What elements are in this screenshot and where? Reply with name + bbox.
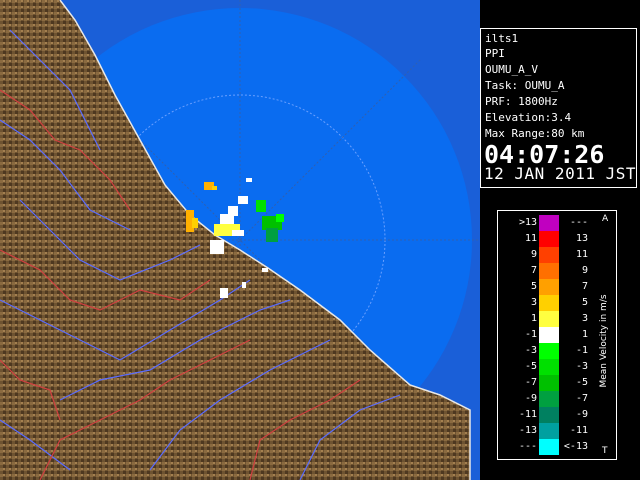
legend-low-value: -13: [518, 425, 537, 436]
legend-color-swatch: [539, 263, 559, 279]
legend-color-swatch: [539, 247, 559, 263]
task-name: OUMU_A_V: [485, 63, 538, 76]
date-display: 12 JAN 2011 JST: [484, 164, 636, 183]
legend-high-value: -5: [575, 377, 588, 388]
legend-title-text: Mean Velocity in m/s: [599, 294, 609, 388]
legend-high-value: 7: [581, 281, 588, 292]
legend-color-swatch: [539, 295, 559, 311]
legend-high-value: 3: [581, 313, 588, 324]
legend-low-value: 11: [524, 233, 537, 244]
legend-high-value: -7: [575, 393, 588, 404]
legend-high-value: 13: [575, 233, 588, 244]
legend-high-value: ---: [569, 217, 588, 228]
legend-color-swatch: [539, 375, 559, 391]
legend-low-value: -11: [518, 409, 537, 420]
legend-low-value: >13: [518, 217, 537, 228]
legend-color-swatch: [539, 343, 559, 359]
legend-low-value: -1: [524, 329, 537, 340]
legend-low-value: ---: [518, 441, 537, 452]
site-name: ilts1: [485, 32, 519, 45]
legend-high-value: 1: [581, 329, 588, 340]
legend-low-value: -3: [524, 345, 537, 356]
legend-color-swatch: [539, 327, 559, 343]
legend-high-value: 5: [581, 297, 588, 308]
legend-color-swatch: [539, 231, 559, 247]
legend-color-swatch: [539, 215, 559, 231]
task-label: Task: OUMU_A: [485, 79, 565, 92]
legend-high-value: 9: [581, 265, 588, 276]
info-box: ilts1 PPI OUMU_A_V Task: OUMU_A PRF: 180…: [480, 28, 637, 188]
legend-low-value: 1: [530, 313, 537, 324]
legend-low-value: -9: [524, 393, 537, 404]
legend-high-value: -1: [575, 345, 588, 356]
legend-color-swatch: [539, 391, 559, 407]
max-range-label: Max Range:80 km: [485, 127, 585, 140]
legend-low-value: 7: [530, 265, 537, 276]
legend-high-value: 11: [575, 249, 588, 260]
legend-top-marker: A: [602, 214, 609, 224]
legend-color-swatch: [539, 407, 559, 423]
velocity-legend: >13 --- 11 13 9 11 7 9 5 7 3 5 1 3 -1 1 -3 -1 -5 -3 -7 -5 -9 -7…: [497, 210, 617, 460]
legend-high-value: -9: [575, 409, 588, 420]
legend-low-value: 3: [530, 297, 537, 308]
legend-color-swatch: [539, 279, 559, 295]
legend-color-swatch: [539, 439, 559, 455]
legend-low-value: 5: [530, 281, 537, 292]
radar-map-svg: [0, 0, 480, 480]
legend-title: Mean Velocity in m/s: [594, 241, 614, 441]
legend-low-value: 9: [530, 249, 537, 260]
legend-color-swatch: [539, 311, 559, 327]
legend-bottom-marker: T: [602, 446, 608, 456]
legend-high-value: <-13: [563, 441, 588, 452]
legend-high-value: -3: [575, 361, 588, 372]
legend-low-value: -5: [524, 361, 537, 372]
radar-ppi-map[interactable]: [0, 0, 480, 480]
legend-row: >13 ---: [498, 215, 616, 231]
legend-row: --- <-13: [498, 439, 616, 455]
prf-label: PRF: 1800Hz: [485, 95, 558, 108]
legend-high-value: -11: [569, 425, 588, 436]
legend-color-swatch: [539, 359, 559, 375]
product-type: PPI: [485, 47, 505, 60]
legend-low-value: -7: [524, 377, 537, 388]
legend-color-swatch: [539, 423, 559, 439]
elevation-label: Elevation:3.4: [485, 111, 572, 124]
